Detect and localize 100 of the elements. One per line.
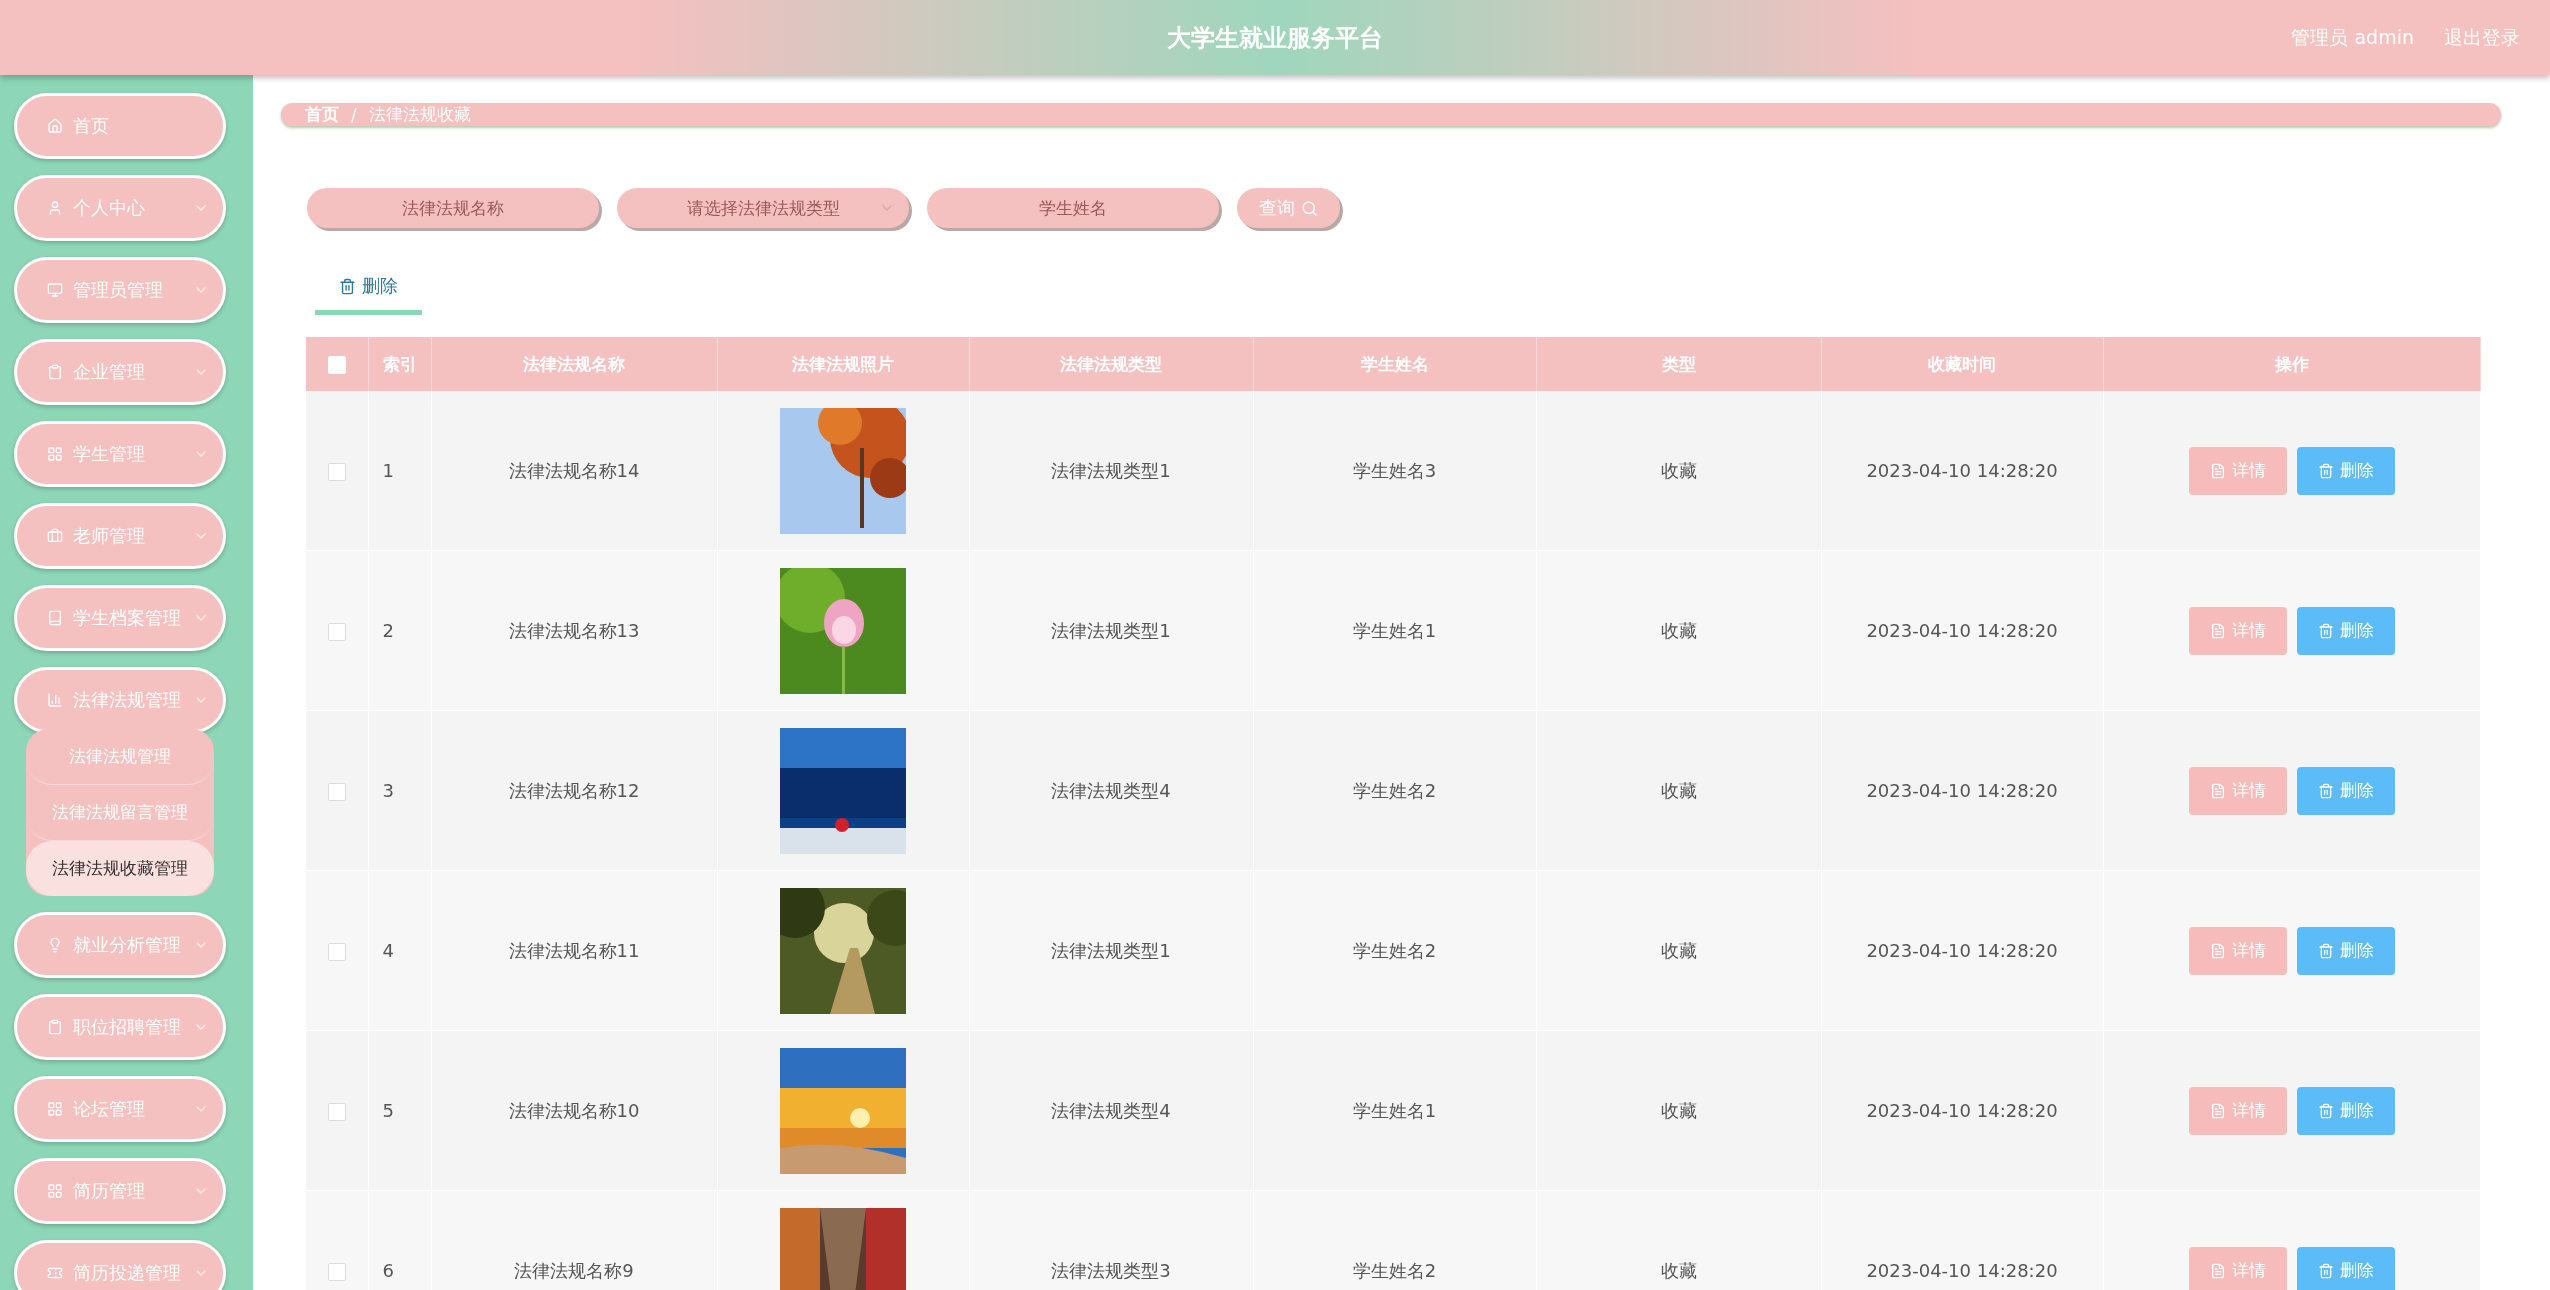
document-icon bbox=[2209, 942, 2226, 959]
row-checkbox[interactable] bbox=[327, 1263, 346, 1281]
table-cell: 6 bbox=[368, 1190, 431, 1290]
user-label: 管理员 admin bbox=[2291, 24, 2414, 50]
document-icon bbox=[2209, 782, 2226, 799]
column-header: 法律法规名称 bbox=[431, 337, 717, 391]
table-cell: 法律法规名称11 bbox=[431, 870, 717, 1031]
detail-button[interactable]: 详情 bbox=[2188, 606, 2287, 655]
row-checkbox[interactable] bbox=[327, 1103, 346, 1121]
table-cell: 学生姓名2 bbox=[1253, 710, 1536, 871]
sidebar-item[interactable]: 企业管理 bbox=[14, 339, 226, 405]
trash-icon bbox=[2317, 462, 2334, 479]
table-cell: 收藏 bbox=[1536, 870, 1821, 1031]
clipboard-icon bbox=[47, 1019, 63, 1035]
breadcrumb-link[interactable]: 首页 bbox=[305, 103, 339, 126]
column-header: 法律法规照片 bbox=[717, 337, 969, 391]
column-header: 学生姓名 bbox=[1253, 337, 1536, 391]
column-header: 操作 bbox=[2103, 337, 2481, 391]
table-cell: 学生姓名1 bbox=[1253, 550, 1536, 711]
detail-button[interactable]: 详情 bbox=[2188, 766, 2287, 815]
delete-button[interactable]: 删除 bbox=[2296, 766, 2395, 815]
delete-tab[interactable]: 删除 bbox=[315, 266, 422, 315]
table-cell: 5 bbox=[368, 1030, 431, 1191]
logout-link[interactable]: 退出登录 bbox=[2444, 24, 2520, 51]
table-cell: 收藏 bbox=[1536, 1030, 1821, 1191]
table-cell: 法律法规类型3 bbox=[969, 1190, 1253, 1290]
sidebar-item[interactable]: 管理员管理 bbox=[14, 257, 226, 323]
table-cell: 法律法规名称12 bbox=[431, 710, 717, 871]
detail-button[interactable]: 详情 bbox=[2188, 446, 2287, 495]
sidebar-item[interactable]: 个人中心 bbox=[14, 175, 226, 241]
column-header: 类型 bbox=[1536, 337, 1821, 391]
table-cell: 2 bbox=[368, 550, 431, 711]
table-cell: 学生姓名2 bbox=[1253, 1190, 1536, 1290]
sidebar-item[interactable]: 学生管理 bbox=[14, 421, 226, 487]
sidebar-item[interactable]: 首页 bbox=[14, 93, 226, 159]
type-select[interactable]: 请选择法律法规类型 bbox=[617, 188, 909, 228]
document-icon bbox=[2209, 1262, 2226, 1279]
table-cell: 2023-04-10 14:28:20 bbox=[1821, 550, 2103, 711]
delete-button[interactable]: 删除 bbox=[2296, 606, 2395, 655]
table-cell: 收藏 bbox=[1536, 391, 1821, 551]
delete-button[interactable]: 删除 bbox=[2296, 926, 2395, 975]
sidebar-item[interactable]: 简历管理 bbox=[14, 1158, 226, 1224]
sidebar-item[interactable]: 简历投递管理 bbox=[14, 1240, 226, 1290]
row-checkbox[interactable] bbox=[327, 623, 346, 641]
document-icon bbox=[2209, 1102, 2226, 1119]
submenu-item[interactable]: 法律法规管理 bbox=[26, 729, 214, 785]
delete-button[interactable]: 删除 bbox=[2296, 1086, 2395, 1135]
sidebar-item[interactable]: 论坛管理 bbox=[14, 1076, 226, 1142]
delete-button[interactable]: 删除 bbox=[2296, 446, 2395, 495]
table-cell: 法律法规类型1 bbox=[969, 870, 1253, 1031]
table-cell: 2023-04-10 14:28:20 bbox=[1821, 391, 2103, 551]
sidebar-item[interactable]: 法律法规管理 bbox=[14, 667, 226, 733]
table-cell: 2023-04-10 14:28:20 bbox=[1821, 870, 2103, 1031]
row-checkbox[interactable] bbox=[327, 943, 346, 961]
table-cell: 收藏 bbox=[1536, 710, 1821, 871]
app-title: 大学生就业服务平台 bbox=[1167, 22, 1383, 54]
search-field[interactable]: 学生姓名 bbox=[927, 188, 1219, 228]
home-icon bbox=[47, 118, 63, 134]
delete-button[interactable]: 删除 bbox=[2296, 1246, 2395, 1290]
detail-button[interactable]: 详情 bbox=[2188, 1246, 2287, 1290]
table-cell: 2023-04-10 14:28:20 bbox=[1821, 1190, 2103, 1290]
trash-icon bbox=[2317, 1102, 2334, 1119]
table-cell: 学生姓名1 bbox=[1253, 1030, 1536, 1191]
document-icon bbox=[2209, 462, 2226, 479]
trash-icon bbox=[2317, 1262, 2334, 1279]
document-icon bbox=[2209, 622, 2226, 639]
row-checkbox[interactable] bbox=[327, 463, 346, 481]
book-icon bbox=[47, 610, 63, 626]
sidebar-item[interactable]: 职位招聘管理 bbox=[14, 994, 226, 1060]
sidebar-item[interactable]: 就业分析管理 bbox=[14, 912, 226, 978]
select-all-checkbox[interactable] bbox=[327, 356, 346, 374]
trash-icon bbox=[339, 277, 356, 295]
monitor-icon bbox=[47, 282, 63, 298]
column-header: 法律法规类型 bbox=[969, 337, 1253, 391]
trash-icon bbox=[2317, 942, 2334, 959]
table-cell: 2023-04-10 14:28:20 bbox=[1821, 1030, 2103, 1191]
bulb-icon bbox=[47, 937, 63, 953]
briefcase-icon bbox=[47, 528, 63, 544]
sidebar-item[interactable]: 学生档案管理 bbox=[14, 585, 226, 651]
table-cell: 收藏 bbox=[1536, 550, 1821, 711]
sidebar-item[interactable]: 老师管理 bbox=[14, 503, 226, 569]
grid-icon bbox=[47, 1101, 63, 1117]
user-icon bbox=[47, 200, 63, 216]
table-cell: 法律法规类型4 bbox=[969, 1030, 1253, 1191]
table-cell: 法律法规类型1 bbox=[969, 550, 1253, 711]
table-cell: 4 bbox=[368, 870, 431, 1031]
table-cell: 学生姓名2 bbox=[1253, 870, 1536, 1031]
table-cell: 1 bbox=[368, 391, 431, 551]
detail-button[interactable]: 详情 bbox=[2188, 926, 2287, 975]
table-cell: 学生姓名3 bbox=[1253, 391, 1536, 551]
clipboard-icon bbox=[47, 364, 63, 380]
detail-button[interactable]: 详情 bbox=[2188, 1086, 2287, 1135]
search-button[interactable]: 查询 bbox=[1237, 188, 1340, 228]
grid-icon bbox=[47, 446, 63, 462]
submenu-item[interactable]: 法律法规收藏管理 bbox=[26, 841, 214, 896]
breadcrumb-current: 法律法规收藏 bbox=[368, 103, 471, 126]
row-checkbox[interactable] bbox=[327, 783, 346, 801]
table-cell: 法律法规名称14 bbox=[431, 391, 717, 551]
search-field[interactable]: 法律法规名称 bbox=[307, 188, 599, 228]
chart-icon bbox=[47, 692, 63, 708]
